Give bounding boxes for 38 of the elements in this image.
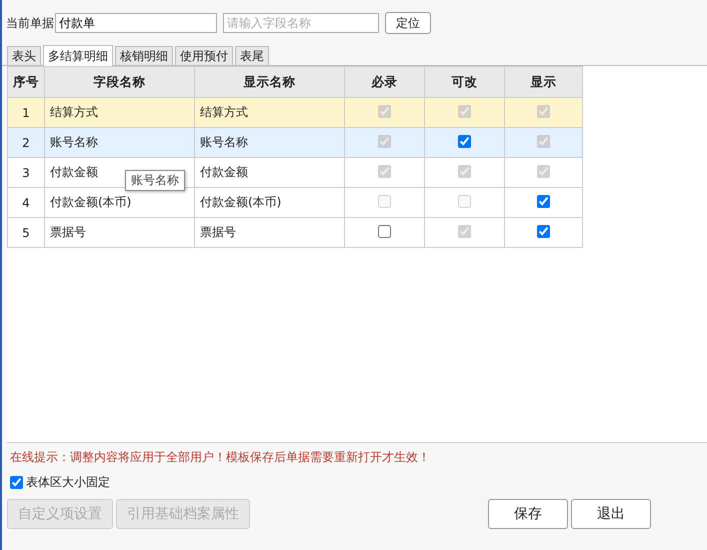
locate-button[interactable]: 定位 bbox=[385, 12, 431, 34]
column-header: 必录 bbox=[344, 66, 424, 98]
column-header: 序号 bbox=[8, 66, 44, 98]
table-cell: 结算方式 bbox=[44, 98, 194, 128]
table-cell: 账号名称 bbox=[44, 128, 194, 158]
document-field[interactable]: 付款单 bbox=[55, 13, 217, 33]
table-cell: 1 bbox=[8, 98, 44, 128]
checkbox[interactable] bbox=[378, 224, 391, 238]
table-cell: 5 bbox=[8, 218, 44, 248]
document-label: 当前单据 bbox=[6, 14, 54, 32]
table-cell: 2 bbox=[8, 128, 44, 158]
table-cell: 票据号 bbox=[44, 218, 194, 248]
table-cell: 付款金额 bbox=[194, 158, 344, 188]
tab[interactable]: 表头 bbox=[7, 46, 41, 65]
column-header: 显示 bbox=[504, 66, 582, 98]
table-cell: 付款金额(本币) bbox=[194, 188, 344, 218]
table-cell: 账号名称 bbox=[194, 128, 344, 158]
search-field[interactable]: 请输入字段名称 bbox=[223, 13, 379, 33]
checkbox[interactable] bbox=[537, 194, 550, 208]
checkbox[interactable] bbox=[537, 224, 550, 238]
tab[interactable]: 核销明细 bbox=[115, 46, 173, 65]
column-header: 显示名称 bbox=[194, 66, 344, 98]
action-button[interactable]: 退出 bbox=[571, 499, 651, 529]
table-cell: 3 bbox=[8, 158, 44, 188]
tab[interactable]: 多结算明细 bbox=[43, 45, 113, 66]
tab[interactable]: 使用预付 bbox=[175, 46, 233, 65]
action-button[interactable]: 保存 bbox=[488, 499, 568, 529]
tooltip: 账号名称 bbox=[125, 170, 185, 191]
checkbox[interactable] bbox=[458, 134, 471, 148]
table-cell: 结算方式 bbox=[194, 98, 344, 128]
checkbox-label: 表体区大小固定 bbox=[26, 474, 110, 491]
tab[interactable]: 表尾 bbox=[235, 46, 269, 65]
hint-text: 在线提示：调整内容将应用于全部用户！模板保存后单据需要重新打开才生效！ bbox=[10, 449, 431, 466]
checkbox[interactable] bbox=[10, 476, 23, 489]
table-cell: 4 bbox=[8, 188, 44, 218]
column-header: 可改 bbox=[424, 66, 504, 98]
column-header: 字段名称 bbox=[44, 66, 194, 98]
table-cell: 票据号 bbox=[194, 218, 344, 248]
